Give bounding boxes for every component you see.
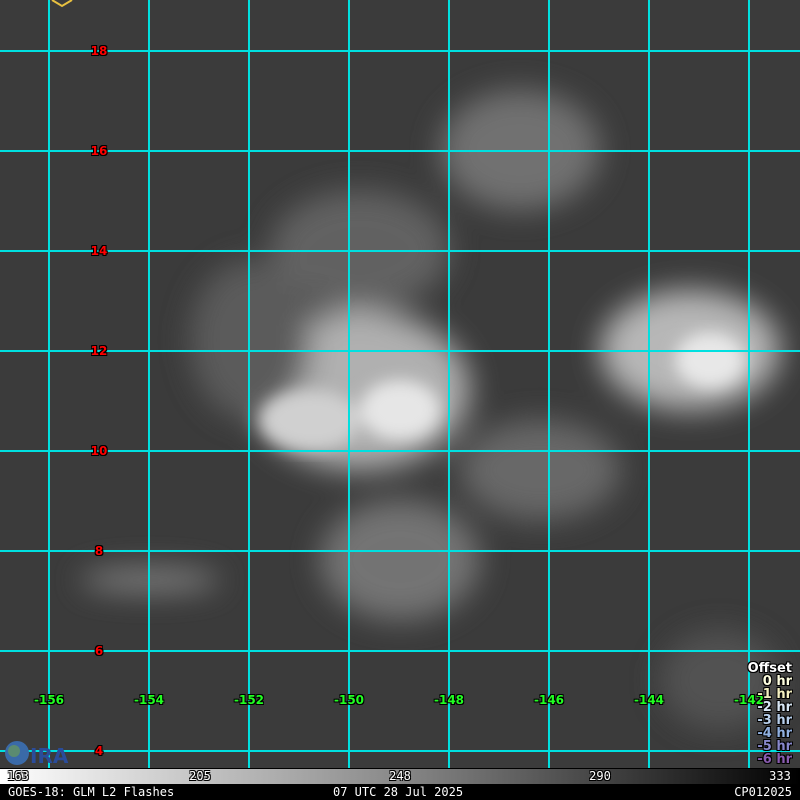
offset-legend: Offset 0 hr -1 hr -2 hr -3 hr -4 hr -5 hr -6 h…	[748, 662, 792, 766]
lat-label: 6	[94, 644, 104, 658]
lat-label: 4	[94, 744, 104, 758]
satellite-image	[0, 0, 800, 768]
lat-label: 10	[90, 444, 108, 458]
lon-label: -146	[533, 693, 565, 707]
colorbar-tick: 290	[589, 769, 611, 783]
lon-label: -148	[433, 693, 465, 707]
colorbar: 163 205 248 290 333	[0, 768, 800, 784]
status-bar: GOES-18: GLM L2 Flashes 07 UTC 28 Jul 20…	[0, 784, 800, 800]
lat-label: 12	[90, 344, 108, 358]
lon-label: -144	[633, 693, 665, 707]
colorbar-tick: 333	[769, 769, 791, 783]
time-label: 07 UTC 28 Jul 2025	[333, 785, 464, 799]
cira-logo: IRA	[5, 741, 69, 768]
lon-label: -154	[133, 693, 165, 707]
product-label: GOES-18: GLM L2 Flashes	[8, 785, 175, 799]
lon-label: -156	[33, 693, 65, 707]
lon-label: -150	[333, 693, 365, 707]
lat-label: 18	[90, 44, 108, 58]
svg-text:IRA: IRA	[30, 744, 69, 768]
lat-label: 14	[90, 244, 108, 258]
storm-id: CP012025	[734, 785, 792, 799]
colorbar-tick: 163	[7, 769, 29, 783]
legend-item: -6 hr	[757, 752, 792, 767]
colorbar-tick: 205	[189, 769, 211, 783]
satellite-viewer: 18 16 14 12 10 8 6 4 -156 -154 -152 -150…	[0, 0, 800, 800]
lon-label: -152	[233, 693, 265, 707]
lat-label: 8	[94, 544, 104, 558]
colorbar-tick: 248	[389, 769, 411, 783]
lat-label: 16	[90, 144, 108, 158]
